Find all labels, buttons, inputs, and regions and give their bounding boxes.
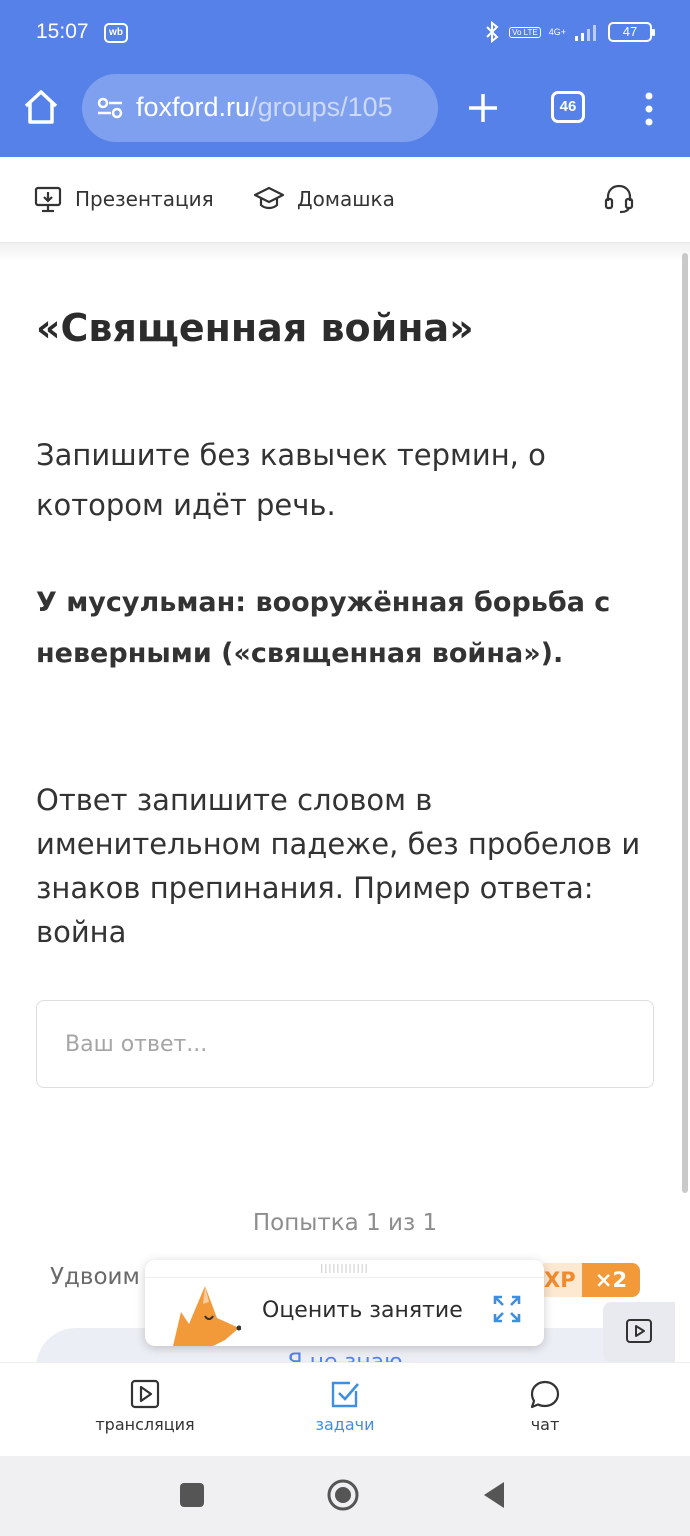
more-menu-icon[interactable] [640, 92, 658, 126]
rate-lesson-label: Оценить занятие [262, 1298, 463, 1323]
tab-switcher-button[interactable]: 46 [551, 91, 585, 123]
homework-button[interactable]: Домашка [253, 184, 395, 214]
volte-icon: Vo LTE [509, 26, 541, 38]
signal-icon [575, 25, 596, 41]
support-headset-icon[interactable] [603, 183, 635, 215]
nav-stream-label: трансляция [95, 1415, 195, 1434]
fox-mascot-icon [173, 1286, 241, 1346]
nav-tasks-label: задачи [315, 1415, 375, 1434]
back-icon[interactable] [480, 1478, 508, 1512]
lesson-toolbar: Презентация Домашка [0, 157, 690, 243]
chat-bubble-icon [530, 1380, 560, 1409]
double-xp-text: Удвоим [50, 1264, 140, 1290]
video-minimized-button[interactable] [603, 1302, 675, 1362]
expand-icon[interactable] [492, 1294, 522, 1324]
system-navigation-bar [0, 1456, 690, 1536]
content-top-shadow [0, 243, 690, 261]
nav-tasks[interactable]: задачи [280, 1379, 410, 1434]
system-home-icon[interactable] [325, 1478, 361, 1512]
attempt-counter: Попытка 1 из 1 [252, 1210, 438, 1236]
drag-handle[interactable]: |||||||||||| [145, 1260, 544, 1278]
home-icon[interactable] [22, 88, 60, 126]
url-text: foxford.ru/groups/105 [136, 92, 393, 123]
video-play-icon [626, 1319, 652, 1343]
status-icons: Vo LTE 4G+ 47 [483, 20, 655, 44]
graduation-cap-icon [253, 186, 285, 210]
site-settings-icon[interactable] [96, 96, 124, 120]
bottom-navigation: трансляция задачи чат [0, 1362, 690, 1456]
answer-input[interactable] [36, 1000, 654, 1088]
answer-format-note: Ответ запишите словом в именительном пад… [36, 783, 641, 949]
browser-header: 15:07 wb Vo LTE 4G+ 47 foxford.ru/groups… [0, 0, 690, 157]
presentation-label: Презентация [75, 187, 214, 211]
rate-lesson-popup[interactable]: |||||||||||| Оценить занятие [145, 1260, 544, 1346]
status-time: 15:07 [36, 20, 89, 43]
homework-label: Домашка [297, 187, 395, 211]
network-type: 4G+ [548, 27, 566, 37]
download-presentation-icon [34, 186, 62, 213]
url-bar[interactable]: foxford.ru/groups/105 [82, 74, 438, 142]
task-question: У мусульман: вооружённая борьба с неверн… [36, 587, 611, 669]
xp-multiplier-badge: ×2 [582, 1263, 640, 1297]
battery-icon: 47 [608, 22, 655, 42]
nav-chat-label: чат [530, 1415, 560, 1434]
task-title: «Священная война» [36, 306, 474, 350]
xp-badge: XP [540, 1263, 582, 1297]
page-scrollbar[interactable] [682, 253, 688, 1193]
presentation-button[interactable]: Презентация [33, 184, 214, 214]
url-domain: foxford.ru [136, 92, 251, 122]
task-instruction: Запишите без кавычек термин, о котором и… [36, 438, 546, 522]
stream-play-icon [130, 1379, 160, 1409]
wb-app-badge: wb [104, 23, 128, 43]
nav-chat[interactable]: чат [480, 1379, 610, 1434]
bluetooth-icon [486, 20, 499, 44]
nav-stream[interactable]: трансляция [80, 1379, 210, 1434]
tasks-check-icon [331, 1381, 359, 1408]
recents-icon[interactable] [178, 1478, 206, 1512]
url-path: /groups/105 [250, 92, 393, 122]
new-tab-icon[interactable] [463, 88, 503, 128]
